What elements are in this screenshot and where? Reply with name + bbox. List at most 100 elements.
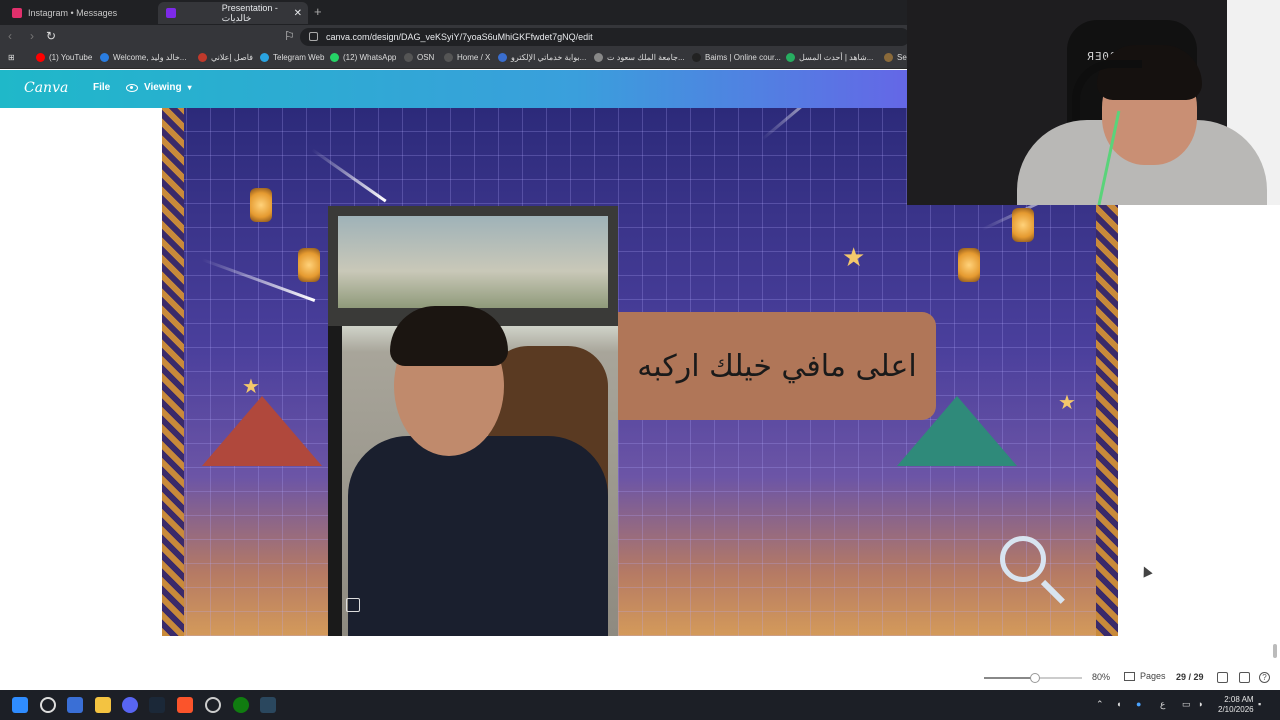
youtube-icon bbox=[36, 53, 45, 62]
star-decoration: ★ bbox=[1058, 392, 1076, 414]
close-tab-icon[interactable]: ✕ bbox=[294, 8, 302, 19]
zoom-level[interactable]: 80% bbox=[1092, 672, 1110, 682]
steam-icon[interactable] bbox=[149, 697, 165, 713]
instagram-icon bbox=[12, 8, 22, 18]
lantern bbox=[298, 248, 320, 282]
new-tab-button[interactable]: + bbox=[314, 4, 322, 19]
speaker-icon[interactable]: ◖ bbox=[1116, 699, 1121, 709]
scrollbar-thumb[interactable] bbox=[1273, 644, 1277, 658]
whatsapp-icon bbox=[330, 53, 339, 62]
clock[interactable]: 2:08 AM 2/10/2026 bbox=[1218, 695, 1254, 715]
caption-box[interactable]: اعلى مافي خيلك اركبه bbox=[618, 312, 936, 420]
canva-icon bbox=[166, 8, 176, 18]
lantern bbox=[250, 188, 272, 222]
bookmark-baims[interactable]: Baims | Online cour... bbox=[692, 53, 781, 62]
bookmark-telegram[interactable]: Telegram Web bbox=[260, 53, 324, 62]
apps-grid-icon[interactable]: ⊞ bbox=[8, 53, 15, 62]
video-shadow bbox=[328, 326, 342, 636]
bookmark-welcome[interactable]: Welcome, خالد وليد... bbox=[100, 53, 186, 62]
tab-label: Presentation - خالديات bbox=[221, 2, 278, 23]
back-icon[interactable]: ‹ bbox=[8, 29, 12, 43]
star-decoration: ★ bbox=[842, 242, 866, 272]
bookmark-services-portal[interactable]: بوابة خدماتي الإلكترو... bbox=[498, 53, 586, 62]
steam-app-icon[interactable] bbox=[260, 697, 276, 713]
bookmark-whatsapp[interactable]: (12) WhatsApp bbox=[330, 53, 396, 62]
bookmark-shahid[interactable]: شاهد | أحدث المسل... bbox=[786, 53, 873, 62]
site-icon bbox=[498, 53, 507, 62]
zoom-slider[interactable] bbox=[984, 673, 1082, 683]
media-badge-icon bbox=[346, 598, 360, 612]
canva-footer: 80% Pages 29 / 29 ? bbox=[0, 664, 1280, 690]
clock-time: 2:08 AM bbox=[1224, 695, 1254, 704]
bookmark-label: شاهد | أحدث المسل... bbox=[799, 53, 874, 62]
bookmark-icon[interactable]: ⚐ bbox=[284, 29, 295, 43]
microphone-icon[interactable]: ● bbox=[1136, 699, 1141, 709]
url-text: canva.com/design/DAG_veKSyiY/7yoaS6uMhiG… bbox=[326, 32, 593, 42]
bookmark-label: Welcome, خالد وليد... bbox=[113, 53, 187, 62]
shooting-star bbox=[761, 108, 840, 141]
lantern bbox=[958, 248, 980, 282]
decorative-border-left bbox=[162, 108, 184, 636]
page-counter: 29 / 29 bbox=[1176, 672, 1204, 682]
zoom-slider-handle[interactable] bbox=[1029, 673, 1040, 683]
clock-date: 2/10/2026 bbox=[1218, 705, 1254, 714]
site-icon bbox=[100, 53, 109, 62]
magnifier-decoration-icon bbox=[1000, 536, 1046, 582]
file-menu-button[interactable]: File bbox=[93, 82, 110, 93]
xbox-icon[interactable] bbox=[233, 697, 249, 713]
pages-label: Pages bbox=[1140, 671, 1166, 681]
caption-text: اعلى مافي خيلك اركبه bbox=[637, 348, 917, 384]
file-explorer-icon[interactable] bbox=[95, 697, 111, 713]
notification-icon[interactable]: ▪ bbox=[1258, 699, 1261, 709]
slide-video[interactable] bbox=[328, 206, 618, 636]
site-icon bbox=[786, 53, 795, 62]
settings-icon[interactable] bbox=[205, 697, 221, 713]
bookmark-osn[interactable]: OSN bbox=[404, 53, 434, 62]
chevron-down-icon: ▾ bbox=[187, 83, 192, 92]
search-icon[interactable] bbox=[40, 697, 56, 713]
reload-icon[interactable]: ↻ bbox=[46, 29, 56, 43]
shooting-star bbox=[311, 148, 387, 203]
brave-browser-icon[interactable] bbox=[177, 697, 193, 713]
telegram-icon bbox=[260, 53, 269, 62]
bookmark-label: فاصل إعلاني bbox=[211, 53, 253, 62]
bookmark-label: (12) WhatsApp bbox=[343, 53, 397, 62]
bookmark-youtube[interactable]: (1) YouTube bbox=[36, 53, 92, 62]
pages-button[interactable]: Pages bbox=[1124, 671, 1166, 681]
tab-presentation[interactable]: Presentation - خالديات ✕ bbox=[158, 2, 308, 24]
tab-instagram[interactable]: Instagram • Messages bbox=[4, 2, 156, 24]
fullscreen-icon[interactable] bbox=[1239, 672, 1250, 683]
video-person-hair bbox=[390, 306, 508, 366]
network-icon[interactable]: ▭ bbox=[1182, 699, 1191, 710]
tab-label: Instagram • Messages bbox=[28, 8, 118, 18]
video-person bbox=[348, 436, 608, 636]
help-icon[interactable]: ? bbox=[1259, 672, 1270, 683]
tent-decoration bbox=[202, 396, 322, 466]
bookmark-label: Home / X bbox=[457, 53, 491, 62]
windows-taskbar: ⌃ ◖ ● ع ▭ ◗ 2:08 AM 2/10/2026 ▪ bbox=[0, 690, 1280, 720]
discord-icon[interactable] bbox=[122, 697, 138, 713]
volume-icon[interactable]: ◗ bbox=[1198, 699, 1203, 709]
forward-icon[interactable]: › bbox=[30, 29, 34, 43]
tray-overflow-icon[interactable]: ⌃ bbox=[1096, 699, 1104, 710]
bookmark-label: OSN bbox=[417, 53, 435, 62]
site-icon bbox=[692, 53, 701, 62]
site-icon bbox=[884, 53, 893, 62]
bookmark-ad-break[interactable]: فاصل إعلاني bbox=[198, 53, 253, 62]
bookmark-label: بوابة خدماتي الإلكترو... bbox=[511, 53, 587, 62]
task-view-icon[interactable] bbox=[67, 697, 83, 713]
site-info-icon[interactable] bbox=[309, 32, 318, 41]
viewing-menu-button[interactable]: Viewing ▾ bbox=[126, 82, 192, 93]
bookmark-label: Telegram Web bbox=[273, 53, 325, 62]
bookmark-label: (1) YouTube bbox=[49, 53, 93, 62]
url-field[interactable]: canva.com/design/DAG_veKSyiY/7yoaS6uMhiG… bbox=[300, 28, 910, 46]
bookmark-x[interactable]: Home / X bbox=[444, 53, 490, 62]
grid-view-icon[interactable] bbox=[1217, 672, 1228, 683]
viewing-label: Viewing bbox=[144, 82, 182, 93]
site-icon bbox=[198, 53, 207, 62]
windows-start-icon[interactable] bbox=[12, 697, 28, 713]
language-indicator[interactable]: ع bbox=[1160, 699, 1165, 710]
bookmark-ksu[interactable]: جامعة الملك سعود ت... bbox=[594, 53, 685, 62]
canva-logo[interactable]: Canva bbox=[24, 80, 68, 96]
eye-icon bbox=[126, 83, 138, 92]
